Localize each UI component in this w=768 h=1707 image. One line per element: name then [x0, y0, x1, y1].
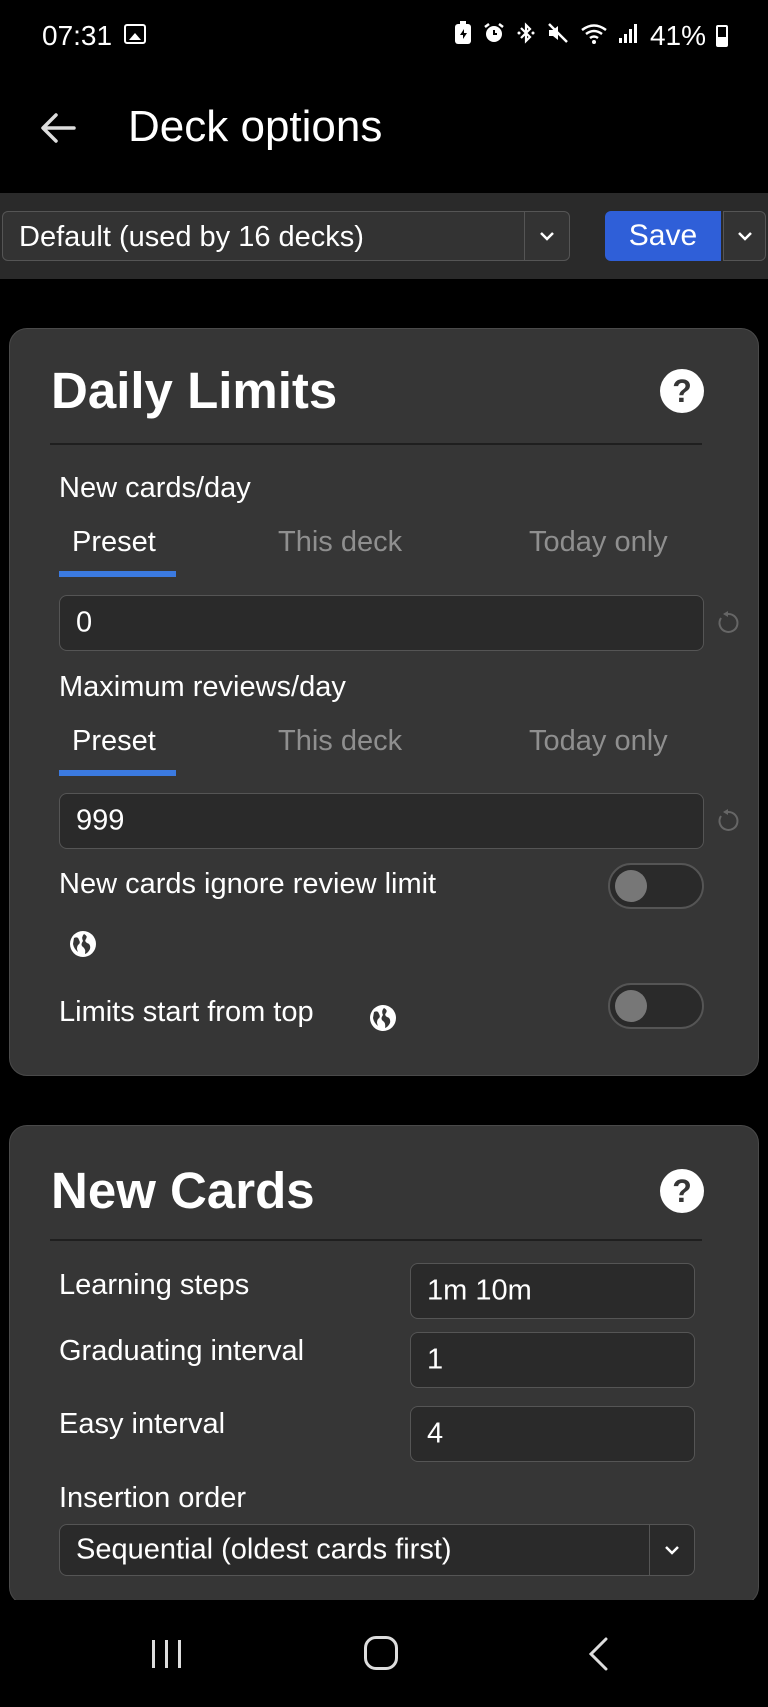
globe-icon[interactable]	[369, 1004, 397, 1032]
page-title: Deck options	[128, 102, 383, 151]
learning-steps-label: Learning steps	[59, 1269, 250, 1301]
save-button[interactable]: Save	[605, 211, 721, 261]
section-title: Daily Limits	[51, 362, 338, 419]
new-cards-per-day-input[interactable]: 0	[59, 595, 704, 651]
divider	[50, 1239, 702, 1241]
insertion-order-label: Insertion order	[59, 1482, 246, 1514]
tab-this-deck[interactable]: This deck	[278, 526, 402, 559]
battery-icon	[716, 25, 728, 47]
chevron-down-icon[interactable]	[524, 212, 569, 260]
max-reviews-input[interactable]: 999	[59, 793, 704, 849]
home-icon[interactable]	[364, 1636, 398, 1670]
new-cards-per-day-label: New cards/day	[59, 472, 251, 504]
wifi-icon	[580, 21, 608, 52]
daily-limits-card: Daily Limits ? New cards/day Preset This…	[9, 328, 759, 1076]
tab-indicator	[59, 571, 176, 577]
chevron-down-icon	[737, 232, 752, 241]
alarm-icon	[482, 21, 506, 52]
easy-interval-value: 4	[427, 1417, 444, 1450]
mute-icon	[546, 21, 570, 52]
limits-from-top-label: Limits start from top	[59, 996, 314, 1028]
bluetooth-icon	[516, 21, 536, 52]
back-arrow-icon[interactable]	[38, 108, 78, 148]
easy-interval-input[interactable]: 4	[410, 1406, 695, 1462]
toggle-knob	[615, 870, 647, 902]
insertion-order-select[interactable]: Sequential (oldest cards first)	[59, 1524, 695, 1576]
status-time: 07:31	[42, 20, 113, 51]
limits-from-top-toggle[interactable]	[608, 983, 704, 1029]
signal-icon	[618, 21, 640, 52]
easy-interval-label: Easy interval	[59, 1408, 226, 1440]
divider	[50, 443, 702, 445]
toggle-knob	[615, 990, 647, 1022]
reset-icon[interactable]	[715, 610, 741, 636]
save-menu-button[interactable]	[723, 211, 766, 261]
tab-this-deck[interactable]: This deck	[278, 725, 402, 758]
graduating-interval-input[interactable]: 1	[410, 1332, 695, 1388]
learning-steps-input[interactable]: 1m 10m	[410, 1263, 695, 1319]
help-icon[interactable]: ?	[660, 369, 704, 413]
graduating-interval-value: 1	[427, 1343, 444, 1376]
max-reviews-value: 999	[76, 804, 125, 837]
gallery-icon	[124, 24, 146, 44]
status-bar: 07:31 41%	[0, 0, 768, 72]
tab-preset[interactable]: Preset	[72, 725, 156, 758]
system-nav-bar	[0, 1600, 768, 1707]
tab-indicator	[59, 770, 176, 776]
battery-saver-icon	[454, 20, 472, 52]
preset-select-value: Default (used by 16 decks)	[19, 221, 364, 253]
reset-icon[interactable]	[715, 808, 741, 834]
graduating-interval-label: Graduating interval	[59, 1335, 305, 1367]
globe-icon[interactable]	[69, 930, 97, 958]
help-icon[interactable]: ?	[660, 1169, 704, 1213]
status-icons: 41%	[454, 20, 728, 52]
app-bar: Deck options	[0, 72, 768, 182]
insertion-order-value: Sequential (oldest cards first)	[76, 1533, 452, 1566]
max-reviews-label: Maximum reviews/day	[59, 671, 346, 703]
nav-back-icon[interactable]	[586, 1636, 610, 1672]
learning-steps-value: 1m 10m	[427, 1274, 532, 1307]
battery-percent: 41%	[649, 20, 706, 51]
chevron-down-icon[interactable]	[649, 1525, 694, 1575]
ignore-review-limit-label: New cards ignore review limit	[59, 868, 437, 900]
section-title: New Cards	[51, 1162, 315, 1219]
recents-icon[interactable]	[150, 1638, 184, 1670]
preset-toolbar: Default (used by 16 decks) Save	[0, 193, 768, 279]
new-cards-per-day-value: 0	[76, 606, 93, 639]
tab-today-only[interactable]: Today only	[529, 526, 668, 559]
tab-preset[interactable]: Preset	[72, 526, 156, 559]
new-cards-card: New Cards ? Learning steps 1m 10m Gradua…	[9, 1125, 759, 1605]
tab-today-only[interactable]: Today only	[529, 725, 668, 758]
ignore-review-limit-toggle[interactable]	[608, 863, 704, 909]
preset-select[interactable]: Default (used by 16 decks)	[2, 211, 570, 261]
